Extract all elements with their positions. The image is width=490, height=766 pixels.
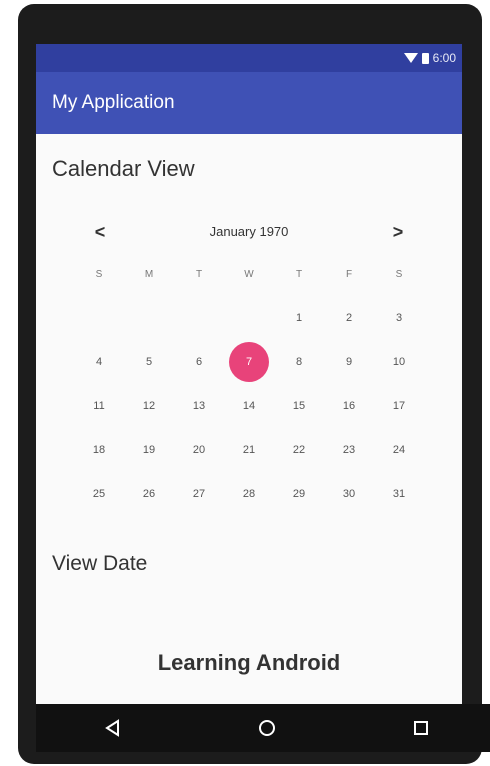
app-bar: My Application [36, 72, 462, 134]
calendar-day[interactable]: 31 [374, 476, 424, 512]
calendar-day[interactable]: 27 [174, 476, 224, 512]
calendar-day[interactable]: 20 [174, 432, 224, 468]
weekday-label: T [295, 268, 303, 280]
calendar-day[interactable]: 6 [174, 344, 224, 380]
calendar-day[interactable]: 2 [324, 300, 374, 336]
weekday-label: S [395, 268, 403, 280]
calendar-day[interactable]: 12 [124, 388, 174, 424]
footer-text: Learning Android [157, 650, 341, 675]
calendar-day[interactable]: 23 [324, 432, 374, 468]
calendar-empty-cell [124, 300, 174, 336]
calendar-day[interactable]: 14 [224, 388, 274, 424]
navigation-bar [36, 704, 490, 752]
calendar-week-row: 25 26 27 28 29 30 31 [74, 472, 425, 516]
calendar-grid: S M T W T F S 1 2 3 4 5 6 7 8 9 10 11 12 13 14 15 16 17 18 19 20 21… [74, 252, 425, 516]
recents-icon[interactable] [401, 708, 441, 748]
calendar-day[interactable]: 13 [174, 388, 224, 424]
calendar-day[interactable]: 4 [74, 344, 124, 380]
calendar-day[interactable]: 26 [124, 476, 174, 512]
status-time: 6:00 [432, 51, 456, 65]
calendar-day[interactable]: 29 [274, 476, 324, 512]
calendar-day[interactable]: 1 [274, 300, 324, 336]
calendar-day[interactable]: 16 [324, 388, 374, 424]
calendar-day[interactable]: 17 [374, 388, 424, 424]
calendar-day[interactable]: 18 [74, 432, 124, 468]
calendar-day[interactable]: 7 [224, 342, 274, 382]
calendar-header: < January 1970 > [36, 212, 462, 252]
weekday-label: F [345, 268, 353, 280]
calendar-day[interactable]: 5 [124, 344, 174, 380]
calendar-day[interactable]: 8 [274, 344, 324, 380]
calendar-day[interactable]: 22 [274, 432, 324, 468]
calendar-week-row: 4 5 6 7 8 9 10 [74, 340, 425, 384]
calendar-empty-cell [74, 300, 124, 336]
calendar-day[interactable]: 19 [124, 432, 174, 468]
calendar-day[interactable]: 11 [74, 388, 124, 424]
weekday-label: S [95, 268, 103, 280]
calendar-day[interactable]: 30 [324, 476, 374, 512]
weekday-label: M [144, 268, 154, 280]
calendar-empty-cell [224, 300, 274, 336]
calendar-day[interactable]: 25 [74, 476, 124, 512]
weekday-row: SMTWTFS [74, 252, 425, 296]
weekday-label: W [244, 268, 254, 280]
next-month-button[interactable]: > [384, 218, 412, 246]
calendar-day[interactable]: 28 [224, 476, 274, 512]
wifi-icon [403, 53, 418, 63]
app-screen: 6:00 My Application Calendar View < Janu… [36, 44, 462, 704]
back-icon[interactable] [93, 708, 133, 748]
calendar-day[interactable]: 3 [374, 300, 424, 336]
calendar-empty-cell [174, 300, 224, 336]
weekday-label: T [195, 268, 203, 280]
app-title: My Application [52, 92, 175, 113]
calendar-day[interactable]: 24 [374, 432, 424, 468]
calendar-week-row: 123 [74, 296, 425, 340]
calendar-day[interactable]: 21 [224, 432, 274, 468]
calendar-day[interactable]: 15 [274, 388, 324, 424]
home-icon[interactable] [247, 708, 287, 748]
calendar-view[interactable]: < January 1970 > S M T W T F S 1 2 3 4 5 6 7 8 9 10 11 12 1… [36, 212, 462, 516]
calendar-day[interactable]: 9 [324, 344, 374, 380]
view-date-label: View Date [52, 552, 148, 575]
status-bar: 6:00 [36, 44, 462, 72]
calendar-week-row: 18 19 20 21 22 23 24 [74, 428, 425, 472]
calendar-week-row: 11 12 13 14 15 16 17 [74, 384, 425, 428]
page-heading: Calendar View [52, 156, 195, 181]
calendar-day[interactable]: 10 [374, 344, 424, 380]
selected-day-marker[interactable]: 7 [229, 342, 269, 382]
battery-icon [421, 52, 429, 64]
